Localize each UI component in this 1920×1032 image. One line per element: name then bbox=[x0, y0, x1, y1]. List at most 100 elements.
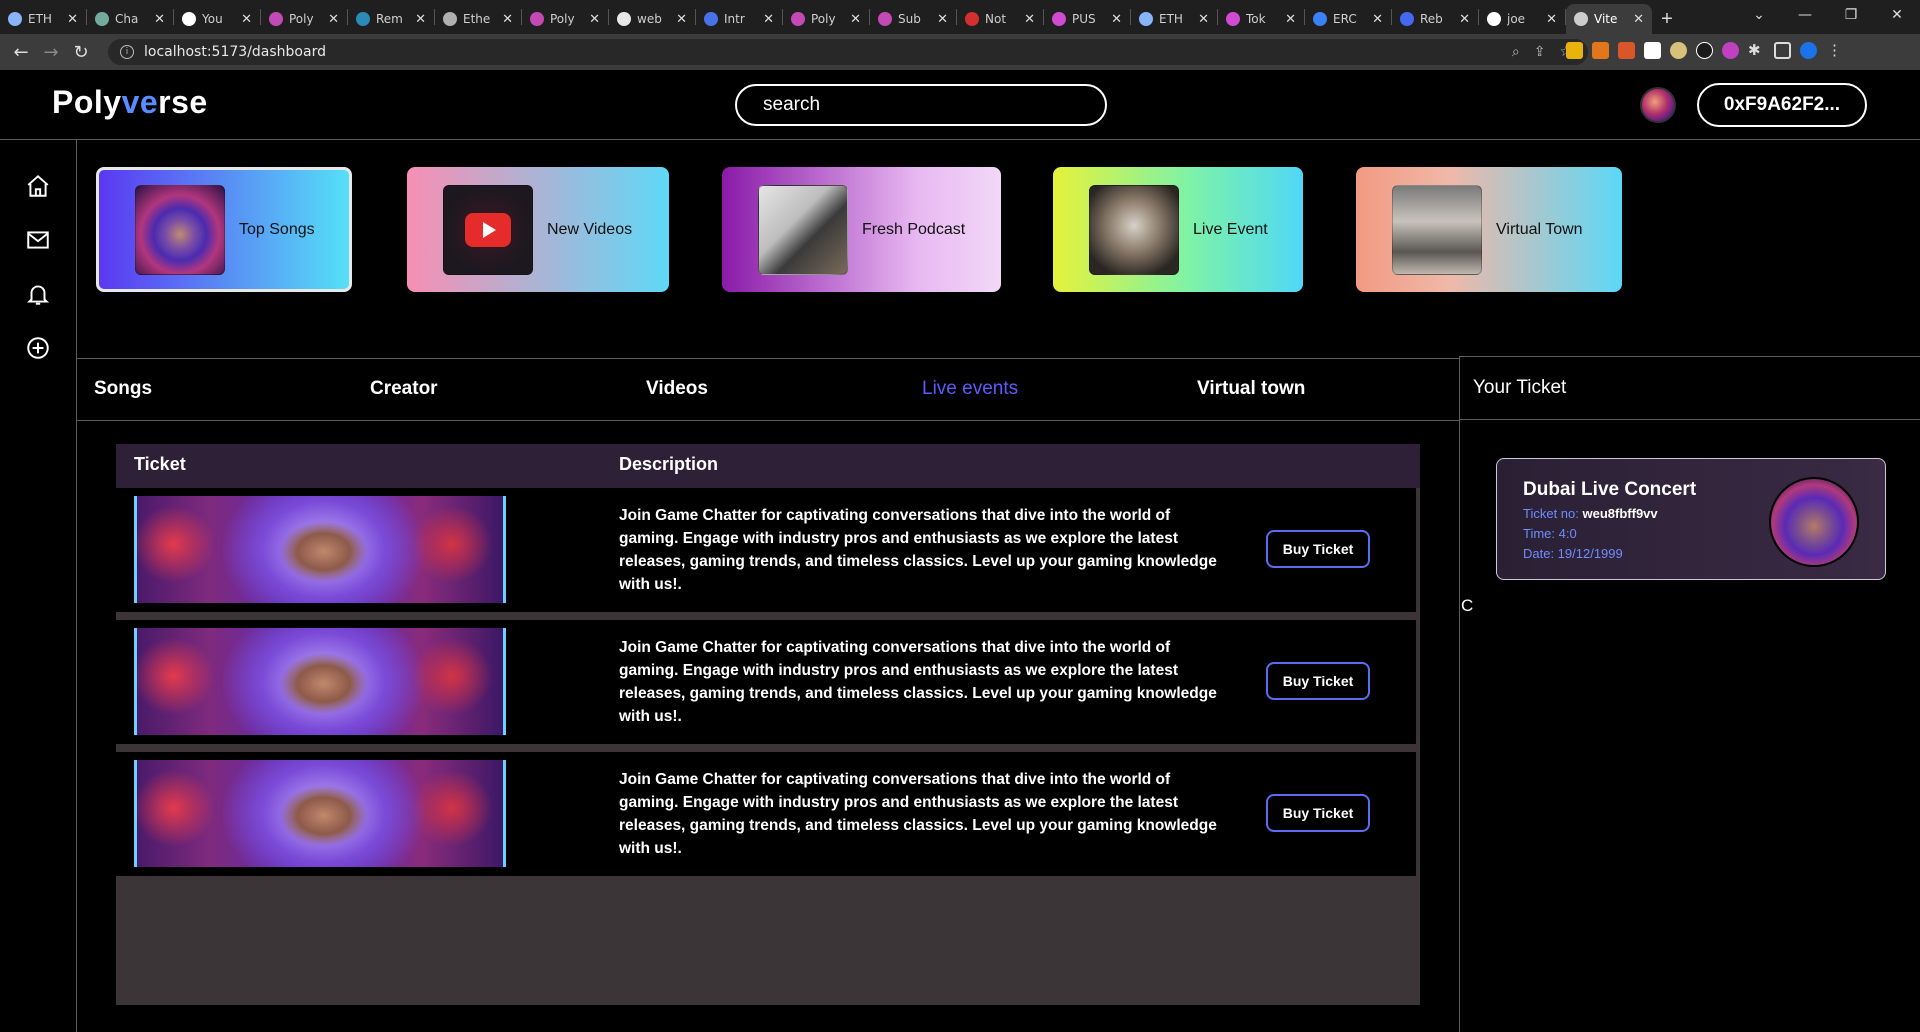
browser-tab[interactable]: joe ✕ bbox=[1479, 4, 1565, 34]
buy-ticket-button[interactable]: Buy Ticket bbox=[1266, 794, 1370, 832]
browser-tab[interactable]: ERC ✕ bbox=[1305, 4, 1391, 34]
tab-close-icon[interactable]: ✕ bbox=[241, 12, 252, 27]
tab-close-icon[interactable]: ✕ bbox=[1546, 12, 1557, 27]
ticket-card[interactable]: Dubai Live Concert Ticket no: weu8fbff9v… bbox=[1496, 458, 1886, 580]
forward-arrow-icon[interactable]: → bbox=[36, 37, 66, 67]
extension-icon[interactable] bbox=[1722, 42, 1739, 59]
url-field[interactable]: i localhost:5173/dashboard ⌕ ⇪ ☆ bbox=[108, 39, 1588, 65]
tab-close-icon[interactable]: ✕ bbox=[1024, 12, 1035, 27]
category-card-virtual-town[interactable]: Virtual Town bbox=[1356, 167, 1622, 292]
tab-videos[interactable]: Videos bbox=[646, 378, 708, 400]
browser-tab[interactable]: Poly ✕ bbox=[261, 4, 347, 34]
tab-close-icon[interactable]: ✕ bbox=[763, 12, 774, 27]
buy-ticket-button[interactable]: Buy Ticket bbox=[1266, 530, 1370, 568]
tab-title: web bbox=[637, 12, 662, 26]
browser-tab[interactable]: Tok ✕ bbox=[1218, 4, 1304, 34]
tab-close-icon[interactable]: ✕ bbox=[1372, 12, 1383, 27]
home-icon[interactable] bbox=[24, 172, 52, 200]
browser-tab[interactable]: Vite ✕ bbox=[1566, 4, 1652, 34]
browser-tab[interactable]: Not ✕ bbox=[957, 4, 1043, 34]
address-bar: ← → ↻ i localhost:5173/dashboard ⌕ ⇪ ☆ ✱… bbox=[0, 34, 1920, 70]
browser-tab[interactable]: Poly ✕ bbox=[783, 4, 869, 34]
browser-tab[interactable]: Intr ✕ bbox=[696, 4, 782, 34]
bell-icon[interactable] bbox=[24, 280, 52, 308]
zoom-icon[interactable]: ⌕ bbox=[1512, 44, 1520, 60]
tab-close-icon[interactable]: ✕ bbox=[1111, 12, 1122, 27]
extension-icon[interactable] bbox=[1644, 42, 1661, 59]
buy-ticket-button[interactable]: Buy Ticket bbox=[1266, 662, 1370, 700]
side-panel-icon[interactable] bbox=[1774, 42, 1791, 59]
tab-favicon-icon bbox=[617, 12, 631, 26]
tab-close-icon[interactable]: ✕ bbox=[1285, 12, 1296, 27]
menu-kebab-icon[interactable]: ⋮ bbox=[1826, 42, 1843, 59]
extension-icon[interactable] bbox=[1618, 42, 1635, 59]
new-tab-button[interactable]: + bbox=[1652, 4, 1682, 34]
category-card-fresh-podcast[interactable]: Fresh Podcast bbox=[722, 167, 1001, 292]
window-controls: ⌄ — ❐ ✕ bbox=[1736, 0, 1920, 30]
site-info-icon[interactable]: i bbox=[120, 45, 134, 59]
tab-close-icon[interactable]: ✕ bbox=[154, 12, 165, 27]
browser-tab[interactable]: ETH ✕ bbox=[0, 4, 86, 34]
profile-avatar-icon[interactable] bbox=[1800, 42, 1817, 59]
extension-icon[interactable] bbox=[1670, 42, 1687, 59]
tab-title: Vite bbox=[1594, 12, 1618, 26]
tab-close-icon[interactable]: ✕ bbox=[1633, 12, 1644, 27]
restore-icon[interactable]: ❐ bbox=[1828, 0, 1874, 30]
browser-tab[interactable]: Reb ✕ bbox=[1392, 4, 1478, 34]
tab-close-icon[interactable]: ✕ bbox=[1198, 12, 1209, 27]
tab-search-icon[interactable]: ⌄ bbox=[1736, 0, 1782, 30]
wallet-address-button[interactable]: 0xF9A62F2... bbox=[1697, 83, 1867, 127]
browser-tab[interactable]: Poly ✕ bbox=[522, 4, 608, 34]
search-input[interactable] bbox=[735, 84, 1107, 126]
content-tabs: Songs Creator Videos Live events Virtual… bbox=[77, 358, 1459, 421]
tab-title: Rem bbox=[376, 12, 403, 26]
extension-icon[interactable] bbox=[1566, 42, 1583, 59]
tab-virtual-town[interactable]: Virtual town bbox=[1197, 378, 1305, 400]
reload-icon[interactable]: ↻ bbox=[66, 37, 96, 67]
browser-tab[interactable]: Cha ✕ bbox=[87, 4, 173, 34]
tab-close-icon[interactable]: ✕ bbox=[676, 12, 687, 27]
tab-close-icon[interactable]: ✕ bbox=[328, 12, 339, 27]
tab-favicon-icon bbox=[878, 12, 892, 26]
tab-title: ETH bbox=[28, 12, 52, 26]
mail-icon[interactable] bbox=[24, 226, 52, 254]
category-card-live-event[interactable]: Live Event bbox=[1053, 167, 1303, 292]
tab-creator[interactable]: Creator bbox=[370, 378, 438, 400]
browser-tab[interactable]: Ethe ✕ bbox=[435, 4, 521, 34]
tab-close-icon[interactable]: ✕ bbox=[589, 12, 600, 27]
tab-live-events[interactable]: Live events bbox=[922, 378, 1018, 400]
metamask-icon[interactable] bbox=[1592, 42, 1609, 59]
tab-close-icon[interactable]: ✕ bbox=[850, 12, 861, 27]
puzzle-extensions-icon[interactable]: ✱ bbox=[1748, 42, 1765, 59]
tab-close-icon[interactable]: ✕ bbox=[415, 12, 426, 27]
event-description: Join Game Chatter for captivating conver… bbox=[619, 507, 1217, 593]
back-arrow-icon[interactable]: ← bbox=[6, 37, 36, 67]
browser-tab[interactable]: PUS ✕ bbox=[1044, 4, 1130, 34]
ticket-event-name: Dubai Live Concert bbox=[1523, 479, 1697, 500]
tab-close-icon[interactable]: ✕ bbox=[1459, 12, 1470, 27]
category-card-new-videos[interactable]: New Videos bbox=[407, 167, 669, 292]
avatar[interactable] bbox=[1640, 87, 1676, 123]
tab-close-icon[interactable]: ✕ bbox=[502, 12, 513, 27]
browser-tab[interactable]: web ✕ bbox=[609, 4, 695, 34]
browser-tab[interactable]: ETH ✕ bbox=[1131, 4, 1217, 34]
tab-songs[interactable]: Songs bbox=[94, 378, 152, 400]
browser-tab[interactable]: Sub ✕ bbox=[870, 4, 956, 34]
add-circle-icon[interactable] bbox=[24, 334, 52, 362]
event-banner-image bbox=[134, 496, 506, 603]
tab-title: Tok bbox=[1246, 12, 1266, 26]
extension-icon[interactable] bbox=[1696, 42, 1713, 59]
category-card-top-songs[interactable]: Top Songs bbox=[96, 167, 352, 292]
tab-close-icon[interactable]: ✕ bbox=[937, 12, 948, 27]
logo[interactable]: Polyverse bbox=[52, 84, 208, 121]
browser-tab[interactable]: Rem ✕ bbox=[348, 4, 434, 34]
tab-title: Poly bbox=[550, 12, 575, 26]
ticket-artwork bbox=[1769, 477, 1859, 567]
column-header-description: Description bbox=[619, 454, 719, 474]
close-window-icon[interactable]: ✕ bbox=[1874, 0, 1920, 30]
browser-tab[interactable]: You ✕ bbox=[174, 4, 260, 34]
minimize-icon[interactable]: — bbox=[1782, 0, 1828, 30]
tab-close-icon[interactable]: ✕ bbox=[67, 12, 78, 27]
event-banner-image bbox=[134, 760, 506, 867]
share-icon[interactable]: ⇪ bbox=[1534, 44, 1546, 60]
